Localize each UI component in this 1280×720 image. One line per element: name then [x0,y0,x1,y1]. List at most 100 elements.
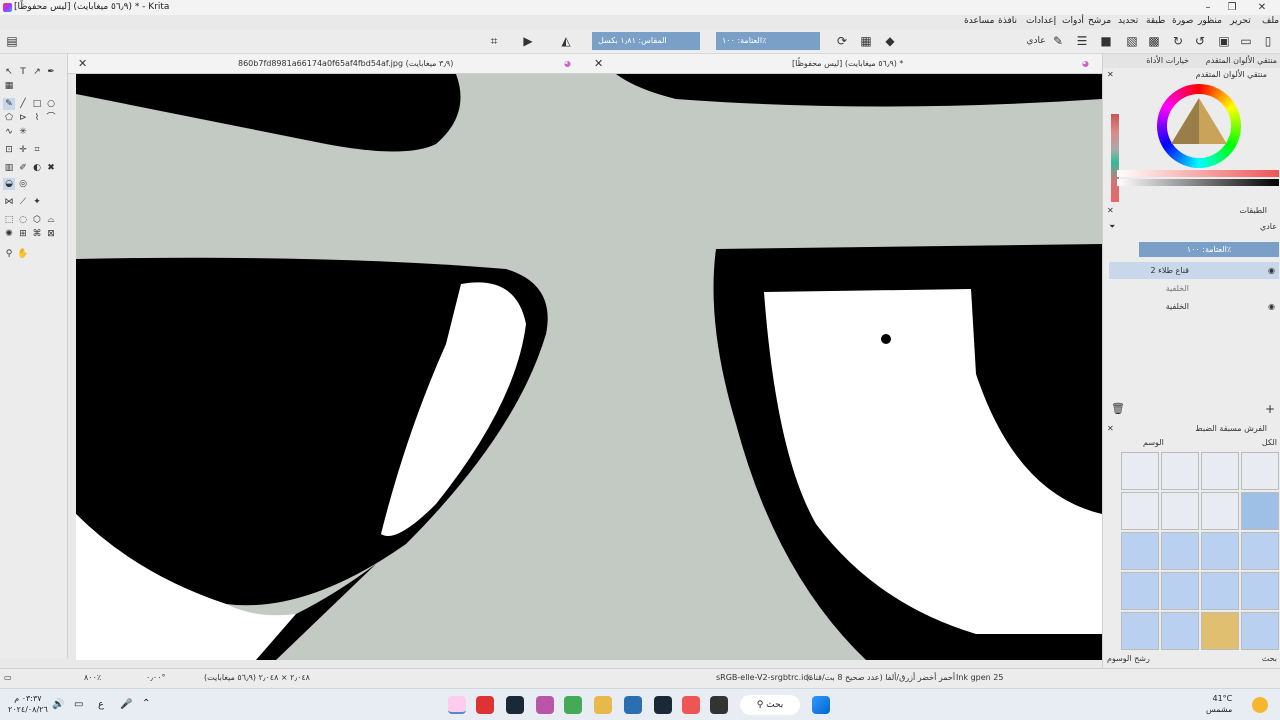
rotation-angle[interactable]: ٠٫٠٠° [146,673,166,682]
polygon-select-tool-icon[interactable]: ⬡ [31,214,43,226]
colorize-mask-tool-icon[interactable]: ◐ [31,162,43,174]
menu-file[interactable]: ملف [1262,16,1279,26]
menu-filter[interactable]: مرشح [1088,16,1111,26]
new-document-icon[interactable]: ▯ [1260,33,1276,49]
add-layer-icon[interactable]: + [1265,402,1275,416]
blend-mode-select[interactable]: عادي [1024,33,1048,49]
rectangle-tool-icon[interactable]: □ [31,98,43,110]
assistant-tool-icon[interactable]: ▦ [3,80,15,92]
open-icon[interactable]: ▭ [1238,33,1254,49]
calligraphy-tool-icon[interactable]: ✒ [45,66,57,78]
task-view-icon[interactable] [710,696,728,714]
magnetic-select-tool-icon[interactable]: ⊠ [45,228,57,240]
select-shapes-tool-icon[interactable]: ↖ [3,66,15,78]
presets-tag[interactable]: الوسم [1143,436,1164,450]
delete-layer-icon[interactable]: 🗑 [1111,402,1125,416]
rect-select-tool-icon[interactable]: ⬚ [3,214,15,226]
brush-preset[interactable] [1161,612,1199,650]
brush-preset[interactable] [1201,452,1239,490]
brush-preset[interactable] [1201,532,1239,570]
close-window-button[interactable]: ✕ [1250,1,1274,14]
edit-shapes-tool-icon[interactable]: ↗ [31,66,43,78]
move-tool-icon[interactable]: ✛ [17,144,29,156]
start-menu-icon[interactable] [812,696,830,714]
freehand-path-tool-icon[interactable]: ⌒ [45,112,57,124]
contiguous-select-tool-icon[interactable]: ✺ [3,228,15,240]
chrome-taskbar-icon[interactable] [564,696,582,714]
close-docker-icon[interactable]: ✕ [1107,422,1114,436]
chevron-up-icon[interactable]: ⌃ [142,698,150,709]
brush-settings-icon[interactable]: ☰ [1074,33,1090,49]
brush-preset[interactable] [1121,492,1159,530]
store-icon[interactable] [624,696,642,714]
layers-opacity-field[interactable]: العتامة: ١٠٠٪ [1139,242,1279,257]
brush-preset[interactable] [1201,492,1239,530]
brush-preset[interactable] [1241,532,1279,570]
canvas-area[interactable] [76,74,1102,660]
undo-icon[interactable]: ↺ [1192,33,1208,49]
bezier-select-tool-icon[interactable]: ⌘ [31,228,43,240]
similar-select-tool-icon[interactable]: ⊞ [17,228,29,240]
file-explorer-icon[interactable] [594,696,612,714]
panel-toggle-icon[interactable]: ▤ [4,33,20,49]
pan-tool-icon[interactable]: ✋ [17,248,29,260]
freehand-select-tool-icon[interactable]: ⌓ [45,214,57,226]
brush-preset[interactable] [1161,452,1199,490]
play-icon[interactable]: ▶ [520,33,536,49]
dynamic-brush-tool-icon[interactable]: ∿ [3,126,15,138]
enclose-fill-tool-icon[interactable]: ◎ [17,178,29,190]
menu-window[interactable]: نافذة [998,16,1017,26]
app-taskbar-icon[interactable] [536,696,554,714]
filter-icon[interactable]: ⏷ [1109,220,1115,234]
text-tool-icon[interactable]: T [17,66,29,78]
menu-help[interactable]: مساعدة [964,16,994,26]
color-wheel[interactable] [1157,84,1241,168]
brush-preset[interactable] [1201,572,1239,610]
maximize-button[interactable]: ❐ [1220,1,1244,14]
minimize-button[interactable]: – [1196,1,1220,14]
bezier-tool-icon[interactable]: ⌇ [31,112,43,124]
mirror-icon[interactable]: ◭ [558,33,574,49]
brush-preset[interactable] [1121,452,1159,490]
steam-taskbar-icon[interactable] [654,696,672,714]
fg-bg-color-icon[interactable]: ■ [1098,33,1114,49]
krita-taskbar-icon[interactable] [448,696,466,714]
brush-size-field[interactable]: المقاس: ١٫٨١ بكسل [592,32,700,50]
gradient-tool-icon[interactable]: ▥ [3,162,15,174]
close-tab-icon[interactable]: ✕ [78,54,87,74]
microphone-icon[interactable]: 🎤 [120,699,132,710]
layer-row[interactable]: الخلفية ◉ [1109,298,1279,315]
menu-image[interactable]: صورة [1172,16,1193,26]
layer-row[interactable]: الخلفية [1109,280,1279,297]
brush-preset[interactable] [1241,572,1279,610]
brush-preset[interactable] [1161,572,1199,610]
crop-tool-icon[interactable]: ⌗ [31,144,43,156]
brush-preset[interactable] [1121,612,1159,650]
reference-tool-icon[interactable]: ✦ [31,196,43,208]
brush-preset-selected[interactable] [1241,492,1279,530]
pattern-icon[interactable]: ▩ [1146,33,1162,49]
brush-preset-icon[interactable]: ✎ [1050,33,1066,49]
brush-preset[interactable] [1201,612,1239,650]
multibrush-tool-icon[interactable]: ✳ [17,126,29,138]
freehand-brush-tool-icon[interactable]: ✎ [3,98,15,110]
brush-preset[interactable] [1121,532,1159,570]
layers-blend-mode[interactable]: عادي [1260,220,1277,234]
measure-tool-icon[interactable]: ⟋ [17,196,29,208]
fill-tool-icon[interactable]: ◒ [3,178,15,190]
menu-layer[interactable]: طبقة [1146,16,1165,26]
menu-edit[interactable]: تحرير [1230,16,1251,26]
polygon-tool-icon[interactable]: ⬠ [3,112,15,124]
speaker-icon[interactable]: 🔊 [52,699,64,710]
app-taskbar-icon[interactable] [682,696,700,714]
close-docker-icon[interactable]: ✕ [1107,204,1114,218]
close-tab-icon[interactable]: ✕ [594,54,603,74]
polyline-tool-icon[interactable]: ⊳ [17,112,29,124]
close-docker-icon[interactable]: ✕ [1107,68,1114,82]
color-slider-1[interactable] [1117,170,1279,177]
color-history-strip[interactable] [1111,114,1119,202]
menu-tools[interactable]: أدوات [1062,16,1084,26]
menu-view[interactable]: منظور [1198,16,1222,26]
tab-right-document[interactable]: [ليس محفوظًا] (٥٦٫٩ ميغابايت) * [792,54,903,74]
tab-color-selector[interactable]: منتقي الألوان المتقدم [1206,54,1277,68]
